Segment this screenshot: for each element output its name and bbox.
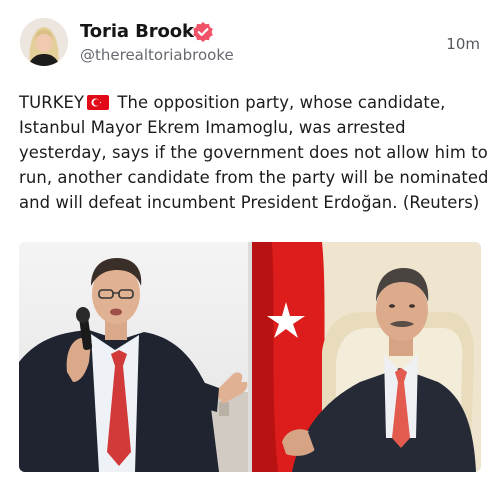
avatar[interactable] bbox=[20, 18, 68, 66]
author-name[interactable]: Toria Brooke bbox=[80, 21, 206, 42]
post-text-prefix: TURKEY bbox=[19, 93, 85, 112]
author-handle[interactable]: @therealtoriabrooke bbox=[80, 46, 234, 64]
photo-imamoglu[interactable] bbox=[19, 242, 248, 472]
timestamp: 10m bbox=[446, 35, 480, 53]
post-text-body: The opposition party, whose candidate, I… bbox=[19, 93, 489, 212]
photo-erdogan[interactable] bbox=[252, 242, 481, 472]
post-card[interactable]: Toria Brooke @therealtoriabrooke 10m TUR… bbox=[0, 0, 500, 491]
turkey-flag-icon bbox=[87, 95, 110, 110]
verified-badge-icon bbox=[192, 21, 214, 43]
post-text: TURKEY The opposition party, whose candi… bbox=[19, 90, 489, 215]
media-grid[interactable] bbox=[19, 242, 481, 472]
